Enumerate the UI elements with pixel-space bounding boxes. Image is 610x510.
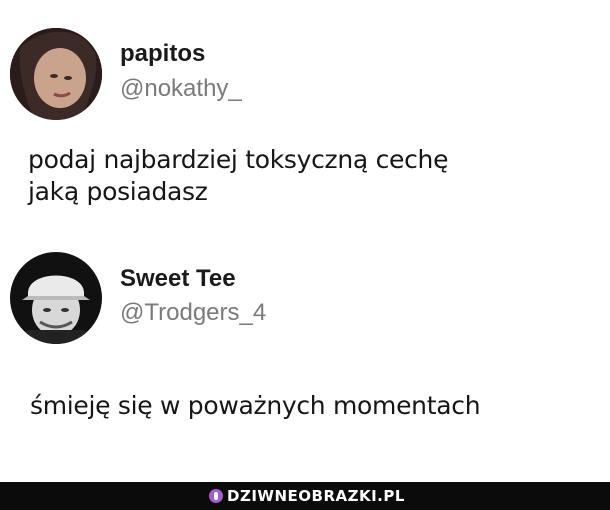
user-avatar-icon	[10, 252, 102, 344]
post-1: papitos @nokathy_ podaj najbardziej toks…	[0, 0, 610, 235]
post-text: podaj najbardziej toksyczną cechę jaką p…	[28, 144, 448, 208]
user-avatar-icon	[10, 28, 102, 120]
user-handle[interactable]: @nokathy_	[120, 75, 242, 103]
user-handle[interactable]: @Trodgers_4	[120, 299, 266, 327]
post-text-line: podaj najbardziej toksyczną cechę	[28, 145, 449, 174]
watermark-text: DZIWNEOBRAZKI.PL	[227, 487, 405, 505]
post-text: śmieję się w poważnych momentach	[30, 390, 481, 422]
watermark-bar: DZIWNEOBRAZKI.PL	[0, 482, 610, 510]
post-2: Sweet Tee @Trodgers_4 śmieję się w poważ…	[0, 235, 610, 482]
site-logo-icon	[209, 489, 223, 503]
display-name[interactable]: Sweet Tee	[120, 265, 236, 293]
avatar[interactable]	[10, 252, 102, 344]
watermark[interactable]: DZIWNEOBRAZKI.PL	[209, 486, 405, 506]
post-text-line: jaką posiadasz	[28, 177, 208, 206]
avatar[interactable]	[10, 28, 102, 120]
display-name[interactable]: papitos	[120, 40, 205, 68]
post-text-line: śmieję się w poważnych momentach	[30, 391, 481, 420]
